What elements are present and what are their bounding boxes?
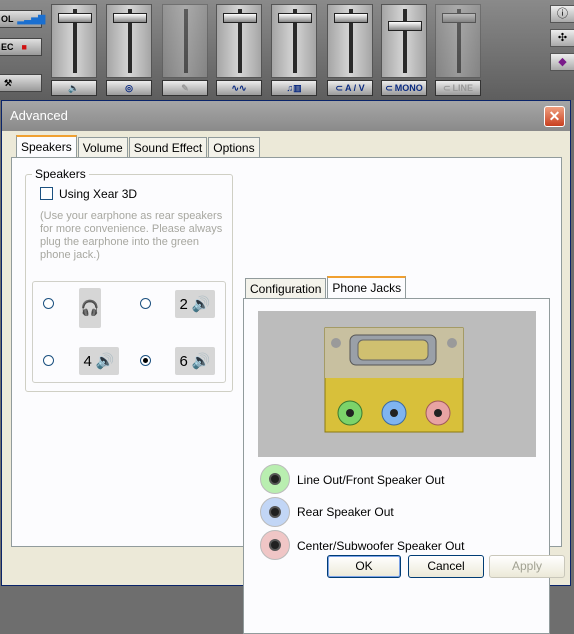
channel-midi-button[interactable]: ♫▥ bbox=[271, 80, 317, 96]
channel-master-button[interactable]: 🔈 bbox=[51, 80, 97, 96]
apply-button[interactable]: Apply bbox=[489, 555, 565, 578]
two-speakers-label: 2 bbox=[179, 295, 188, 313]
dialog-title: Advanced bbox=[10, 108, 68, 123]
radio-headphones[interactable] bbox=[43, 298, 54, 309]
channel-mono-button[interactable]: ⊂ MONO bbox=[381, 80, 427, 96]
cancel-button[interactable]: Cancel bbox=[408, 555, 484, 578]
close-icon: ✕ bbox=[548, 108, 561, 124]
speaker-icon: 🔈 bbox=[68, 82, 80, 93]
midi-icon: ♫▥ bbox=[286, 82, 302, 93]
close-button[interactable]: ✕ bbox=[544, 106, 565, 127]
headphones-icon: 🎧 bbox=[80, 300, 100, 317]
av-icon: ⊂ bbox=[335, 82, 343, 93]
settings-button[interactable]: ✣ bbox=[550, 29, 574, 47]
radio-6-speakers[interactable] bbox=[140, 355, 151, 366]
tab-phone-jacks[interactable]: Phone Jacks bbox=[327, 276, 407, 298]
xear-3d-label: Using Xear 3D bbox=[59, 187, 138, 201]
jack-panel-image bbox=[258, 311, 536, 457]
fader-av[interactable] bbox=[327, 4, 373, 78]
tab-speakers[interactable]: Speakers bbox=[16, 135, 77, 157]
info-icon: ⓘ bbox=[557, 8, 568, 20]
channel-wave-button[interactable]: ∿∿ bbox=[216, 80, 262, 96]
green-jack-icon bbox=[260, 464, 290, 494]
xear-3d-option[interactable]: Using Xear 3D bbox=[40, 187, 137, 201]
mixer-panel: OL ▂▃▅▇ EC ■ ⚒ 🔈 ◎ ✎ ∿∿ ♫▥ ⊂ A / V ⊂ MON… bbox=[0, 0, 574, 100]
center-sub-out-label: Center/Subwoofer Speaker Out bbox=[297, 539, 465, 553]
channel-line-button[interactable]: ⊂ LINE bbox=[435, 80, 481, 96]
rear-out-label: Rear Speaker Out bbox=[297, 505, 394, 519]
sound-card-illustration bbox=[324, 327, 464, 433]
fader-cd[interactable] bbox=[106, 4, 152, 78]
speakers-tab-panel: Speakers Using Xear 3D (Use your earphon… bbox=[11, 157, 562, 634]
speakers-group-label: Speakers bbox=[32, 167, 89, 181]
line-icon: ⊂ bbox=[442, 82, 451, 93]
fader-master[interactable] bbox=[51, 4, 97, 78]
skin-button[interactable]: ◆ bbox=[550, 53, 574, 71]
four-speakers-label: 4 bbox=[83, 352, 92, 370]
tools-icon: ⚒ bbox=[4, 77, 13, 88]
channel-mic-button[interactable]: ✎ bbox=[162, 80, 208, 96]
mixer-volume-label: OL bbox=[1, 14, 14, 24]
six-speakers-tile: 6 🔊 bbox=[175, 347, 215, 375]
fader-midi[interactable] bbox=[271, 4, 317, 78]
bars-icon: ▂▃▅▇ bbox=[17, 13, 46, 24]
fader-line[interactable] bbox=[435, 4, 481, 78]
phone-jacks-panel: Line Out/Front Speaker Out Rear Speaker … bbox=[243, 298, 550, 634]
headphones-tile: 🎧 bbox=[79, 288, 101, 328]
microphone-icon: ✎ bbox=[181, 82, 189, 93]
six-speakers-label: 6 bbox=[179, 352, 188, 370]
two-speakers-tile: 2 🔊 bbox=[175, 290, 215, 318]
earphone-hint: (Use your earphone as rear speakers for … bbox=[40, 210, 223, 261]
speaker-icon: 🔊 bbox=[95, 353, 115, 370]
channel-av-label: A / V bbox=[344, 83, 365, 93]
mono-icon: ⊂ bbox=[385, 82, 393, 93]
radio-2-speakers[interactable] bbox=[140, 298, 151, 309]
pink-jack-icon bbox=[260, 530, 290, 560]
line-out-label: Line Out/Front Speaker Out bbox=[297, 473, 445, 487]
tab-options[interactable]: Options bbox=[208, 137, 260, 157]
tab-configuration[interactable]: Configuration bbox=[245, 278, 327, 298]
four-speakers-tile: 4 🔊 bbox=[79, 347, 119, 375]
speaker-icon: 🔊 bbox=[191, 296, 211, 313]
speaker-config-group: 🎧 2 🔊 4 🔊 6 🔊 bbox=[32, 281, 226, 383]
wave-icon: ∿∿ bbox=[231, 82, 247, 93]
mixer-record-button[interactable]: EC ■ bbox=[0, 38, 42, 56]
fader-mic[interactable] bbox=[162, 4, 208, 78]
mixer-volume-button[interactable]: OL ▂▃▅▇ bbox=[0, 10, 45, 28]
record-icon: ■ bbox=[21, 42, 27, 52]
mixer-tools-button[interactable]: ⚒ bbox=[0, 74, 42, 92]
fader-mono[interactable] bbox=[381, 4, 427, 78]
mixer-record-label: EC bbox=[1, 42, 14, 52]
radio-4-speakers[interactable] bbox=[43, 355, 54, 366]
channel-cd-button[interactable]: ◎ bbox=[106, 80, 152, 96]
channel-av-button[interactable]: ⊂ A / V bbox=[327, 80, 373, 96]
speakers-group: Speakers Using Xear 3D (Use your earphon… bbox=[25, 167, 233, 392]
channel-mono-label: MONO bbox=[394, 83, 423, 93]
settings-icon: ✣ bbox=[557, 32, 568, 44]
fader-wave[interactable] bbox=[216, 4, 262, 78]
ok-button[interactable]: OK bbox=[327, 555, 401, 578]
xear-3d-checkbox[interactable] bbox=[40, 187, 53, 200]
main-tabs: Speakers Volume Sound Effect Options bbox=[16, 135, 261, 157]
tab-sound-effect[interactable]: Sound Effect bbox=[128, 137, 208, 157]
advanced-dialog: Advanced ✕ Speakers Volume Sound Effect … bbox=[1, 100, 571, 634]
skin-icon: ◆ bbox=[558, 56, 567, 68]
info-button[interactable]: ⓘ bbox=[550, 5, 574, 23]
cd-icon: ◎ bbox=[125, 82, 133, 93]
jack-tabs: Configuration Phone Jacks bbox=[245, 276, 407, 298]
channel-line-label: LINE bbox=[452, 83, 474, 93]
blue-jack-icon bbox=[260, 497, 290, 527]
tab-volume[interactable]: Volume bbox=[77, 137, 128, 157]
title-bar: Advanced ✕ bbox=[2, 101, 570, 131]
speaker-icon: 🔊 bbox=[191, 353, 211, 370]
